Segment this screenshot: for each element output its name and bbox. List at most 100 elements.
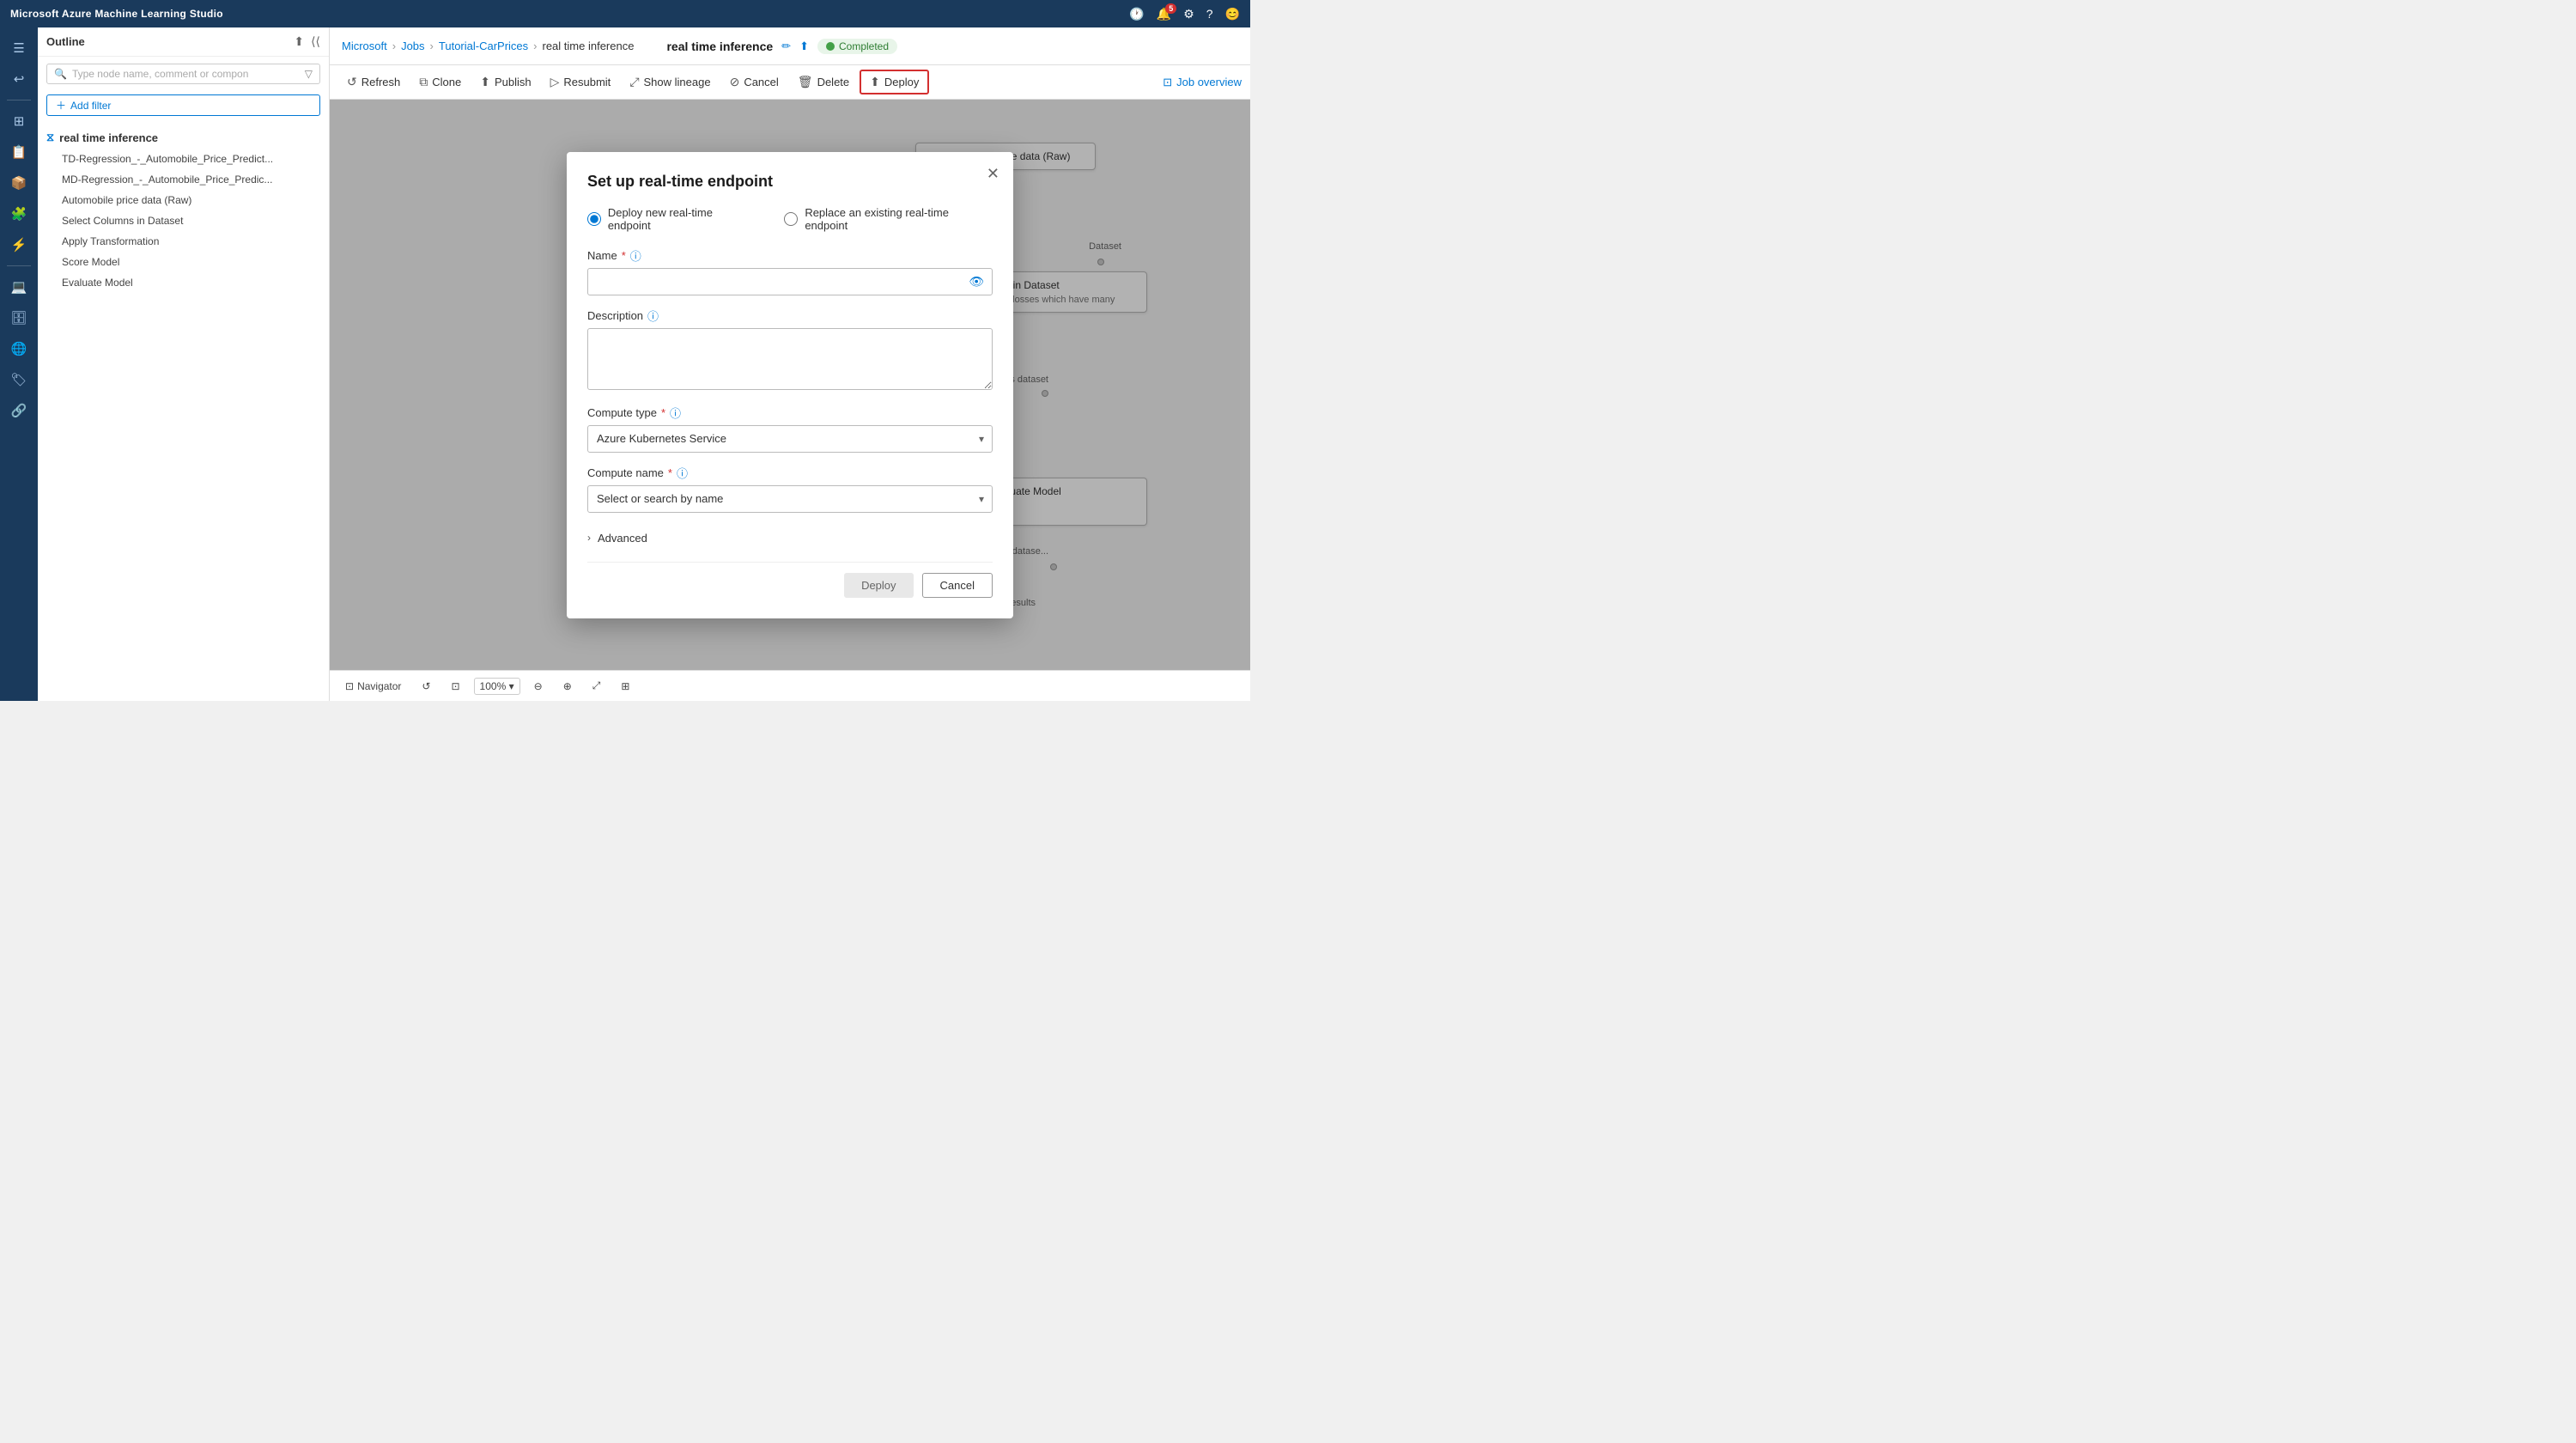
filter-icon[interactable]: ▽ xyxy=(305,68,313,80)
sidebar-jobs-icon[interactable]: 📋 xyxy=(3,138,34,166)
name-required: * xyxy=(622,249,626,262)
breadcrumb-jobs[interactable]: Jobs xyxy=(401,40,424,52)
compute-type-select-wrapper: Azure Kubernetes Service Azure Container… xyxy=(587,425,993,453)
tree-child-4[interactable]: Apply Transformation xyxy=(38,231,329,252)
reset-view-button[interactable]: ↺ xyxy=(415,678,437,695)
fit-view-button[interactable]: ⊡ xyxy=(444,678,466,695)
zoom-in-button[interactable]: ⊕ xyxy=(556,678,579,695)
clone-icon: ⧉ xyxy=(419,75,428,89)
sidebar-connections-icon[interactable]: 🔗 xyxy=(3,397,34,424)
job-overview-icon: ⊡ xyxy=(1163,76,1172,89)
job-overview-label: Job overview xyxy=(1176,76,1242,88)
toolbar: ↺ Refresh ⧉ Clone ⬆ Publish ▷ Resubmit ⤢… xyxy=(330,65,1250,100)
help-icon[interactable]: ? xyxy=(1206,7,1213,21)
resubmit-icon: ▷ xyxy=(550,75,560,89)
deploy-button[interactable]: ⬆ Deploy xyxy=(860,70,929,94)
resubmit-button[interactable]: ▷ Resubmit xyxy=(542,71,620,93)
pipeline-icon: ⧖ xyxy=(46,131,54,144)
publish-button[interactable]: ⬆ Publish xyxy=(471,71,539,93)
resubmit-label: Resubmit xyxy=(563,76,611,88)
cancel-button[interactable]: ⊘ Cancel xyxy=(721,71,787,93)
compute-name-info-icon[interactable]: ⓘ xyxy=(677,465,688,481)
radio-new-label: Deploy new real-time endpoint xyxy=(608,206,757,232)
tree-parent-item[interactable]: ⧖ real time inference xyxy=(38,126,329,149)
navigator-label: Navigator xyxy=(357,680,401,692)
modal-close-button[interactable]: ✕ xyxy=(987,166,999,181)
sidebar-components-icon[interactable]: ⚡ xyxy=(3,231,34,259)
name-label: Name * ⓘ xyxy=(587,247,993,264)
deploy-icon: ⬆ xyxy=(870,75,880,89)
sidebar-environments-icon[interactable]: 🌐 xyxy=(3,335,34,362)
fit-canvas-button[interactable]: ⤢ xyxy=(586,677,608,695)
description-input[interactable] xyxy=(587,328,993,390)
avatar[interactable]: 😊 xyxy=(1225,7,1240,21)
compute-name-select[interactable]: Select or search by name xyxy=(587,485,993,513)
add-filter-button[interactable]: ＋ Add filter xyxy=(46,94,320,116)
radio-deploy-new[interactable]: Deploy new real-time endpoint xyxy=(587,206,756,232)
publish-label: Publish xyxy=(495,76,532,88)
tree-child-5[interactable]: Score Model xyxy=(38,252,329,272)
tree-child-1[interactable]: MD-Regression_-_Automobile_Price_Predic.… xyxy=(38,169,329,190)
collapse-icon[interactable]: ⟨⟨ xyxy=(311,34,320,49)
lineage-icon: ⤢ xyxy=(629,75,639,89)
grid-toggle-button[interactable]: ⊞ xyxy=(614,678,636,695)
share-icon[interactable]: ⬆ xyxy=(294,34,304,49)
chevron-right-icon: › xyxy=(587,532,591,544)
radio-replace-input[interactable] xyxy=(784,212,798,226)
clone-button[interactable]: ⧉ Clone xyxy=(410,71,470,93)
description-info-icon[interactable]: ⓘ xyxy=(647,307,659,324)
compute-type-info-icon[interactable]: ⓘ xyxy=(670,405,681,421)
name-info-icon[interactable]: ⓘ xyxy=(630,247,641,264)
navigator-button[interactable]: ⊡ Navigator xyxy=(338,678,408,695)
zoom-out-button[interactable]: ⊖ xyxy=(527,678,550,695)
edit-icon[interactable]: ✏ xyxy=(781,40,791,53)
compute-name-label: Compute name * ⓘ xyxy=(587,465,993,481)
tree-child-3[interactable]: Select Columns in Dataset xyxy=(38,210,329,231)
share-pipeline-icon[interactable]: ⬆ xyxy=(799,40,809,53)
refresh-button[interactable]: ↺ Refresh xyxy=(338,71,409,93)
tree-parent-label: real time inference xyxy=(59,131,158,144)
pipeline-title: real time inference xyxy=(666,40,773,53)
breadcrumb-tutorial[interactable]: Tutorial-CarPrices xyxy=(439,40,528,52)
compute-type-label: Compute type * ⓘ xyxy=(587,405,993,421)
sidebar-labels-icon[interactable]: 🏷 xyxy=(3,366,34,393)
sidebar-menu-icon[interactable]: ☰ xyxy=(3,34,34,62)
modal-cancel-button[interactable]: Cancel xyxy=(922,573,993,598)
tree-child-0[interactable]: TD-Regression_-_Automobile_Price_Predict… xyxy=(38,149,329,169)
name-input[interactable] xyxy=(587,268,993,295)
sidebar-compute-icon[interactable]: 💻 xyxy=(3,273,34,301)
tree-child-6[interactable]: Evaluate Model xyxy=(38,272,329,293)
radio-group: Deploy new real-time endpoint Replace an… xyxy=(587,206,993,232)
advanced-label: Advanced xyxy=(598,532,647,545)
eye-icon[interactable]: 👁 xyxy=(969,274,984,289)
breadcrumb-microsoft[interactable]: Microsoft xyxy=(342,40,387,52)
show-lineage-button[interactable]: ⤢ Show lineage xyxy=(621,71,719,93)
settings-icon[interactable]: ⚙ xyxy=(1183,7,1194,21)
history-icon[interactable]: 🕐 xyxy=(1129,7,1144,21)
zoom-dropdown[interactable]: 100% ▾ xyxy=(474,678,520,695)
radio-new-input[interactable] xyxy=(587,212,601,226)
tree-section: ⧖ real time inference TD-Regression_-_Au… xyxy=(38,123,329,296)
compute-type-select[interactable]: Azure Kubernetes Service Azure Container… xyxy=(587,425,993,453)
deploy-label: Deploy xyxy=(884,76,919,88)
sidebar-datastores-icon[interactable]: 🗄 xyxy=(3,304,34,332)
delete-button[interactable]: 🗑 Delete xyxy=(789,71,858,93)
advanced-toggle[interactable]: › Advanced xyxy=(587,525,993,551)
job-overview-button[interactable]: ⊡ Job overview xyxy=(1163,76,1242,89)
refresh-label: Refresh xyxy=(361,76,401,88)
compute-type-required: * xyxy=(661,406,665,419)
name-field: Name * ⓘ 👁 xyxy=(587,247,993,295)
sidebar-back-icon[interactable]: ↩ xyxy=(3,65,34,93)
sidebar-data-icon[interactable]: 📦 xyxy=(3,169,34,197)
radio-replace-existing[interactable]: Replace an existing real-time endpoint xyxy=(784,206,993,232)
notifications-icon[interactable]: 🔔 5 xyxy=(1157,7,1171,21)
sidebar-models-icon[interactable]: 🧩 xyxy=(3,200,34,228)
tree-child-2[interactable]: Automobile price data (Raw) xyxy=(38,190,329,210)
search-bar[interactable]: 🔍 Type node name, comment or compon ▽ xyxy=(46,64,320,84)
sidebar-home-icon[interactable]: ⊞ xyxy=(3,107,34,135)
top-bar: Microsoft Azure Machine Learning Studio … xyxy=(0,0,1250,27)
plus-icon: ＋ xyxy=(56,98,66,113)
outline-title: Outline xyxy=(46,35,85,48)
content-top-bar: Microsoft › Jobs › Tutorial-CarPrices › … xyxy=(330,27,1250,65)
modal-deploy-button[interactable]: Deploy xyxy=(844,573,913,598)
